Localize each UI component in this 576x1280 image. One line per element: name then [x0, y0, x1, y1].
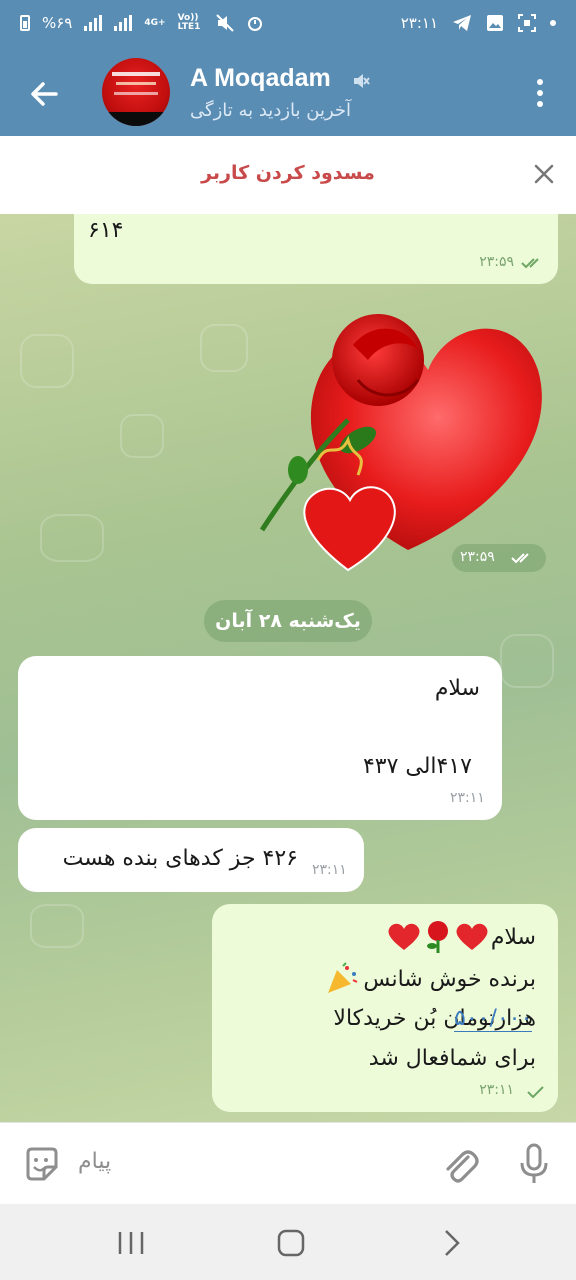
close-icon[interactable] — [532, 162, 556, 186]
more-options-icon[interactable] — [530, 76, 550, 110]
network-type: 4G+ — [144, 17, 166, 28]
signal-icon-2 — [114, 15, 133, 31]
message-text: برنده خوش شانس — [363, 966, 536, 992]
screenshot-notification-icon — [518, 14, 536, 32]
contact-name[interactable]: A Moqadam — [190, 64, 331, 93]
chat-history[interactable]: ۶۱۴ ۲۳:۵۹ ۲۳:۵۹ — [0, 214, 576, 1122]
volte-indicator: Vo)) LTE1 — [177, 13, 201, 32]
message-text: سلام — [490, 924, 536, 950]
message-text-line: سلام — [434, 676, 480, 701]
amount-link[interactable]: ۵۰۰/۰۰۰ — [454, 1006, 533, 1032]
message-time: ۲۳:۵۹ — [460, 549, 495, 565]
battery-icon — [20, 15, 30, 31]
chat-header: A Moqadam آخرین بازدید به تازگی — [0, 50, 576, 136]
telegram-notification-icon — [453, 15, 471, 31]
back-arrow-icon[interactable] — [22, 72, 66, 116]
message-time: ۲۳:۵۹ — [479, 254, 514, 270]
last-seen-status: آخرین بازدید به تازگی — [190, 100, 352, 121]
wallpaper-doodle — [40, 514, 104, 562]
block-user-bar: مسدود کردن کاربر — [0, 136, 576, 215]
sticker-time-badge: ۲۳:۵۹ — [452, 544, 546, 572]
emoji-sticker-icon[interactable] — [22, 1145, 62, 1185]
wallpaper-doodle — [120, 414, 164, 458]
rose-emoji-icon — [426, 921, 448, 953]
clock: ۲۳:۱۱ — [400, 14, 438, 32]
signal-icon — [84, 15, 103, 31]
wallpaper-doodle — [30, 904, 84, 948]
attach-paperclip-icon[interactable] — [440, 1143, 480, 1187]
message-time: ۲۳:۱۱ — [312, 862, 347, 878]
muted-speaker-icon — [354, 74, 370, 88]
message-input[interactable]: پیام — [78, 1149, 111, 1174]
block-user-button[interactable]: مسدود کردن کاربر — [0, 162, 576, 184]
message-bubble-outgoing[interactable]: سلام برنده خوش شانس هزارتومان بُن خریدکا… — [212, 904, 558, 1112]
wallpaper-doodle — [20, 334, 74, 388]
message-time: ۲۳:۱۱ — [450, 790, 485, 806]
single-check-icon — [527, 1086, 544, 1099]
message-composer: پیام — [0, 1122, 576, 1205]
message-text: ۶۱۴ — [88, 218, 124, 243]
battery-percent: %۶۹ — [42, 14, 73, 32]
message-text-line: سلام — [387, 920, 536, 954]
heart-emoji-icon — [388, 923, 420, 950]
message-time: ۲۳:۱۱ — [479, 1082, 514, 1098]
date-divider: یک‌شنبه ۲۸ آبان — [204, 600, 372, 642]
message-bubble-incoming[interactable]: سلام ۴۱۷الی ۴۳۷ ۲۳:۱۱ — [18, 656, 502, 820]
notification-dot — [550, 20, 556, 26]
gallery-notification-icon — [487, 15, 503, 31]
system-nav-bar — [0, 1204, 576, 1280]
double-check-icon — [511, 553, 529, 564]
wallpaper-doodle — [500, 634, 554, 688]
party-popper-emoji-icon — [328, 962, 358, 993]
message-bubble-outgoing[interactable]: ۶۱۴ ۲۳:۵۹ — [74, 214, 558, 284]
mute-icon — [215, 14, 234, 32]
alarm-icon — [247, 17, 262, 31]
heart-rose-sticker[interactable] — [258, 300, 548, 580]
home-icon[interactable] — [276, 1228, 306, 1258]
avatar[interactable] — [102, 58, 170, 126]
message-link[interactable]: ۵۰۰/۰۰۰ — [454, 1006, 533, 1032]
message-text-line: برنده خوش شانس — [325, 962, 536, 996]
message-text-line: ۴۱۷الی ۴۳۷ — [362, 754, 472, 779]
message-text: ۴۲۶ جز کدهای بنده هست — [62, 846, 298, 871]
message-bubble-incoming[interactable]: ۴۲۶ جز کدهای بنده هست ۲۳:۱۱ — [18, 828, 364, 892]
microphone-icon[interactable] — [518, 1143, 550, 1185]
wallpaper-doodle — [200, 324, 248, 372]
double-check-icon — [521, 258, 539, 269]
status-bar: %۶۹ 4G+ Vo)) LTE1 ۲۳:۱۱ — [0, 0, 576, 50]
heart-emoji-icon — [456, 923, 488, 950]
recents-icon[interactable] — [116, 1230, 146, 1256]
message-text-line: برای شمافعال شد — [368, 1046, 536, 1071]
back-icon[interactable] — [442, 1228, 462, 1258]
